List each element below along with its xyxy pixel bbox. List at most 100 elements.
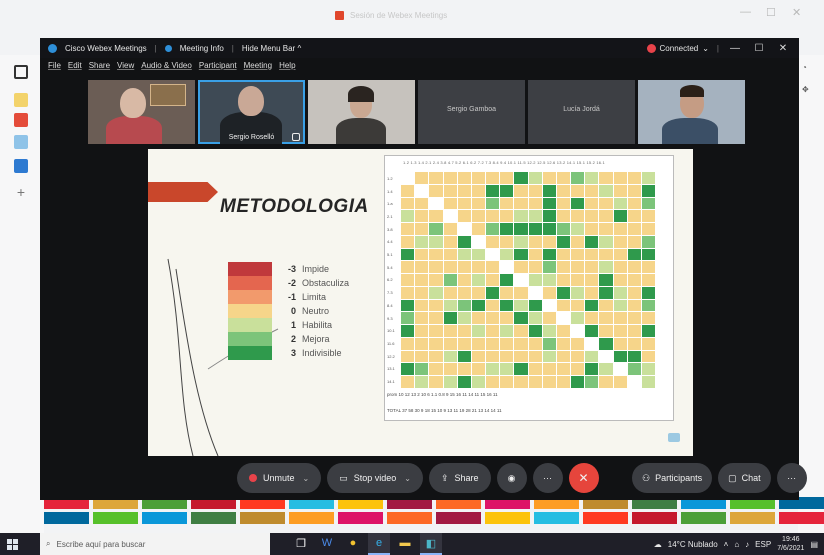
matrix-cell — [401, 235, 415, 248]
chevron-down-icon[interactable]: ⌄ — [404, 474, 411, 483]
matrix-cell — [471, 197, 485, 210]
pin-icon[interactable]: ✥ — [802, 85, 809, 94]
close-icon[interactable]: ✕ — [775, 43, 791, 54]
task-view-icon[interactable]: ❐ — [290, 533, 312, 555]
browser-sidebar: + — [0, 55, 44, 535]
network-icon[interactable]: ⌂ — [734, 540, 739, 549]
volume-icon[interactable]: ♪ — [745, 540, 749, 549]
notifications-icon[interactable]: ▤ — [810, 540, 818, 549]
matrix-cell — [641, 299, 655, 312]
matrix-cell — [415, 184, 429, 197]
matrix-cell — [528, 337, 542, 350]
meeting-info-button[interactable]: Meeting Info — [180, 44, 224, 53]
matrix-footer-total: TOTAL 37 58 30 9 18 15 10 9 13 11 19 28 … — [387, 408, 502, 413]
tabs-icon[interactable] — [14, 65, 28, 79]
matrix-cell — [585, 248, 599, 261]
participant-tile[interactable]: Sergio Roselló — [198, 80, 305, 144]
office-icon[interactable] — [14, 113, 28, 127]
matrix-cell — [613, 235, 627, 248]
matrix-cell — [599, 223, 613, 235]
record-button[interactable]: ◉ — [496, 463, 527, 493]
stop-video-button[interactable]: ▭ Stop video ⌄ — [327, 463, 423, 493]
participant-tile[interactable] — [638, 80, 745, 144]
add-icon[interactable]: + — [14, 185, 28, 199]
pinned-apps: ❐ W ● e ▬ ◧ — [290, 533, 442, 555]
matrix-cell — [542, 312, 556, 325]
edge-icon[interactable]: e — [368, 533, 390, 555]
sdg-color-strip — [44, 497, 824, 531]
matrix-cell — [528, 363, 542, 376]
matrix-cell — [457, 363, 471, 376]
menu-participant[interactable]: Participant — [199, 61, 237, 70]
matrix-cell — [641, 172, 655, 184]
menu-share[interactable]: Share — [89, 61, 110, 70]
matrix-cell — [514, 312, 528, 325]
chevron-up-icon[interactable]: ˄ — [724, 540, 729, 549]
menu-file[interactable]: File — [48, 61, 61, 70]
more-panels-button[interactable]: ··· — [776, 463, 807, 493]
menu-edit[interactable]: Edit — [68, 61, 82, 70]
menu-audio-video[interactable]: Audio & Video — [141, 61, 192, 70]
matrix-cell — [528, 197, 542, 210]
connection-status[interactable]: Connected ⌄ — [646, 43, 709, 53]
language-label[interactable]: ESP — [755, 540, 771, 549]
outlook-icon[interactable] — [14, 159, 28, 173]
matrix-cell — [613, 184, 627, 197]
clock[interactable]: 19:46 7/6/2021 — [777, 535, 804, 553]
matrix-cell — [500, 312, 514, 325]
share-button[interactable]: ⇪ Share — [428, 463, 491, 493]
leave-meeting-button[interactable]: ✕ — [568, 463, 599, 493]
participant-tile[interactable]: Sergio Gamboa — [418, 80, 525, 144]
chevron-down-icon[interactable]: ⌄ — [303, 474, 310, 483]
file-explorer-icon[interactable]: ▬ — [394, 533, 416, 555]
matrix-cell — [457, 223, 471, 235]
games-icon[interactable] — [14, 135, 28, 149]
more-options-button[interactable]: ··· — [532, 463, 563, 493]
matrix-cell — [585, 337, 599, 350]
matrix-cell — [500, 350, 514, 363]
matrix-cell — [514, 223, 528, 235]
matrix-cell — [401, 274, 415, 286]
legend-row: 2 Mejora — [228, 332, 349, 346]
menu-help[interactable]: Help — [279, 61, 295, 70]
participant-tile[interactable]: Lucía Jordá — [528, 80, 635, 144]
matrix-cell — [415, 274, 429, 286]
menu-meeting[interactable]: Meeting — [244, 61, 272, 70]
hide-menu-bar-button[interactable]: Hide Menu Bar ^ — [242, 44, 301, 53]
matrix-cell — [443, 274, 457, 286]
matrix-cell — [627, 299, 641, 312]
chrome-icon[interactable]: ● — [342, 533, 364, 555]
weather-label[interactable]: 14°C Nublado — [668, 540, 718, 549]
profile-icon[interactable]: ◔ — [802, 63, 807, 72]
browser-maximize-icon[interactable]: ☐ — [766, 6, 776, 19]
taskbar-search[interactable]: ⌕ Escribe aquí para buscar — [40, 533, 270, 555]
webex-taskbar-icon[interactable]: ◧ — [420, 533, 442, 555]
matrix-cell — [571, 325, 585, 337]
matrix-cell — [599, 350, 613, 363]
browser-close-icon[interactable]: ✕ — [792, 6, 801, 19]
matrix-cell — [556, 286, 570, 299]
collections-icon[interactable] — [14, 93, 28, 107]
unmute-button[interactable]: Unmute ⌄ — [237, 463, 322, 493]
legend-swatch — [228, 318, 272, 332]
legend-row: -2 Obstaculiza — [228, 276, 349, 290]
participant-tile[interactable] — [88, 80, 195, 144]
matrix-cell — [443, 337, 457, 350]
participants-button[interactable]: ⚇ Participants — [632, 463, 713, 493]
menu-view[interactable]: View — [117, 61, 134, 70]
browser-tab[interactable]: Sesión de Webex Meetings — [335, 8, 465, 22]
matrix-cell — [641, 350, 655, 363]
word-icon[interactable]: W — [316, 533, 338, 555]
participant-tile[interactable] — [308, 80, 415, 144]
matrix-cell — [415, 350, 429, 363]
matrix-cell — [443, 261, 457, 274]
start-button[interactable] — [0, 533, 24, 555]
minimize-icon[interactable]: — — [727, 43, 743, 54]
chat-button[interactable]: ▢ Chat — [718, 463, 771, 493]
browser-minimize-icon[interactable]: — — [740, 6, 751, 18]
matrix-cell — [641, 223, 655, 235]
matrix-cell — [514, 184, 528, 197]
maximize-icon[interactable]: ☐ — [751, 43, 767, 54]
matrix-cell — [514, 376, 528, 388]
matrix-cell — [514, 350, 528, 363]
